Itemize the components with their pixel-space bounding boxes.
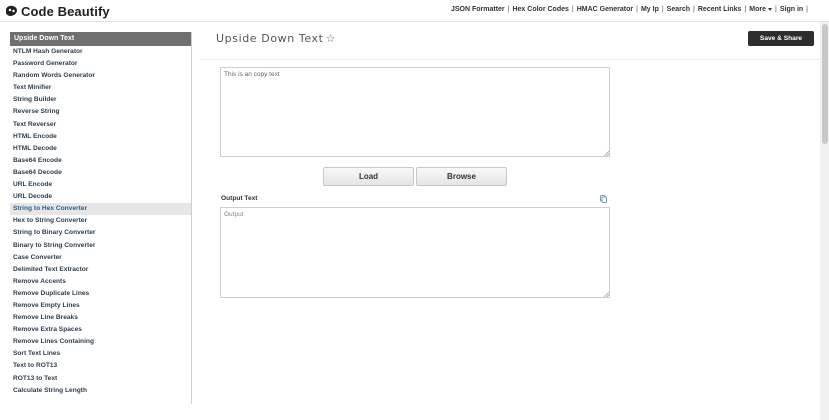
load-button[interactable]: Load xyxy=(323,167,414,186)
nav-separator: | xyxy=(806,6,808,13)
sidebar-item-remove-duplicate-lines[interactable]: Remove Duplicate Lines xyxy=(10,288,191,300)
sidebar-item-remove-empty-lines[interactable]: Remove Empty Lines xyxy=(10,300,191,312)
caret-down-icon xyxy=(768,7,772,11)
nav-separator: | xyxy=(636,6,638,13)
sidebar-item-reverse-string[interactable]: Reverse String xyxy=(10,106,191,118)
sidebar-item-password-generator[interactable]: Password Generator xyxy=(10,58,191,70)
nav-recent-links[interactable]: Recent Links xyxy=(698,6,742,13)
sidebar-item-ntlm-hash-generator[interactable]: NTLM Hash Generator xyxy=(10,46,191,58)
title-divider xyxy=(200,59,820,60)
page: Code Beautify JSON Formatter | Hex Color… xyxy=(0,0,829,420)
nav-separator: | xyxy=(775,6,777,13)
sidebar-item-text-reverser[interactable]: Text Reverser xyxy=(10,119,191,131)
logo[interactable]: Code Beautify xyxy=(5,2,110,20)
code-beautify-logo-icon xyxy=(6,5,17,16)
sidebar-item-hex-to-string-converter[interactable]: Hex to String Converter xyxy=(10,215,191,227)
sidebar-item-string-to-binary-converter[interactable]: String to Binary Converter xyxy=(10,227,191,239)
page-title-text: Upside Down Text xyxy=(216,32,324,45)
nav-separator: | xyxy=(744,6,747,13)
sidebar-item-base64-decode[interactable]: Base64 Decode xyxy=(10,167,191,179)
top-header: Code Beautify JSON Formatter | Hex Color… xyxy=(0,0,829,22)
output-textarea[interactable] xyxy=(220,207,610,298)
page-scrollbar[interactable] xyxy=(820,22,829,420)
nav-search[interactable]: Search xyxy=(667,6,690,13)
resize-grip-icon[interactable] xyxy=(603,150,609,156)
sidebar-item-url-encode[interactable]: URL Encode xyxy=(10,179,191,191)
browse-button[interactable]: Browse xyxy=(416,167,507,186)
nav-hmac-generator[interactable]: HMAC Generator xyxy=(577,6,633,13)
sidebar-item-case-converter[interactable]: Case Converter xyxy=(10,252,191,264)
sidebar-item-delimited-text-extractor[interactable]: Delimited Text Extractor xyxy=(10,264,191,276)
nav-separator: | xyxy=(661,6,664,13)
sidebar-item-text-to-rot13[interactable]: Text to ROT13 xyxy=(10,360,191,372)
sidebar-item-html-encode[interactable]: HTML Encode xyxy=(10,131,191,143)
nav-separator: | xyxy=(693,6,695,13)
sidebar-item-string-to-hex-converter[interactable]: String to Hex Converter xyxy=(10,203,191,216)
nav-more-label: More xyxy=(749,6,766,13)
sidebar-item-remove-lines-containing[interactable]: Remove Lines Containing xyxy=(10,336,191,348)
nav-more-dropdown[interactable]: More xyxy=(749,6,772,13)
nav-my-ip[interactable]: My Ip xyxy=(641,6,659,13)
sidebar-item-url-decode[interactable]: URL Decode xyxy=(10,191,191,203)
sidebar-item-text-minifier[interactable]: Text Minifier xyxy=(10,82,191,94)
sidebar-item-rot13-to-text[interactable]: ROT13 to Text xyxy=(10,373,191,385)
input-textarea[interactable]: This is an copy text xyxy=(220,67,610,157)
top-navigation: JSON Formatter | Hex Color Codes | HMAC … xyxy=(451,6,811,13)
sidebar-list: NTLM Hash Generator Password Generator Ran… xyxy=(10,46,191,397)
sidebar-heading[interactable]: Upside Down Text xyxy=(10,32,191,46)
output-label: Output Text xyxy=(221,195,258,202)
nav-separator: | xyxy=(571,6,574,13)
star-outline-icon[interactable]: ☆ xyxy=(326,32,336,45)
sidebar-item-binary-to-string-converter[interactable]: Binary to String Converter xyxy=(10,240,191,252)
sidebar-item-calculate-string-length[interactable]: Calculate String Length xyxy=(10,385,191,397)
sidebar: Upside Down Text NTLM Hash Generator Pass… xyxy=(10,32,192,404)
sidebar-item-string-builder[interactable]: String Builder xyxy=(10,94,191,106)
sidebar-item-html-decode[interactable]: HTML Decode xyxy=(10,143,191,155)
sidebar-item-sort-text-lines[interactable]: Sort Text Lines xyxy=(10,348,191,360)
logo-text: Code Beautify xyxy=(21,3,110,19)
save-and-share-button[interactable]: Save & Share xyxy=(748,31,814,46)
sidebar-item-base64-encode[interactable]: Base64 Encode xyxy=(10,155,191,167)
sidebar-item-remove-accents[interactable]: Remove Accents xyxy=(10,276,191,288)
page-title: Upside Down Text ☆ xyxy=(216,32,336,45)
nav-sign-in[interactable]: Sign in xyxy=(780,6,803,13)
resize-grip-icon[interactable] xyxy=(603,291,609,297)
nav-json-formatter[interactable]: JSON Formatter xyxy=(451,6,505,13)
sidebar-item-remove-extra-spaces[interactable]: Remove Extra Spaces xyxy=(10,324,191,336)
nav-separator: | xyxy=(507,6,510,13)
scrollbar-thumb[interactable] xyxy=(821,24,828,144)
nav-hex-color-codes[interactable]: Hex Color Codes xyxy=(512,6,568,13)
sidebar-item-remove-line-breaks[interactable]: Remove Line Breaks xyxy=(10,312,191,324)
sidebar-item-random-words-generator[interactable]: Random Words Generator xyxy=(10,70,191,82)
copy-icon[interactable] xyxy=(600,195,607,203)
